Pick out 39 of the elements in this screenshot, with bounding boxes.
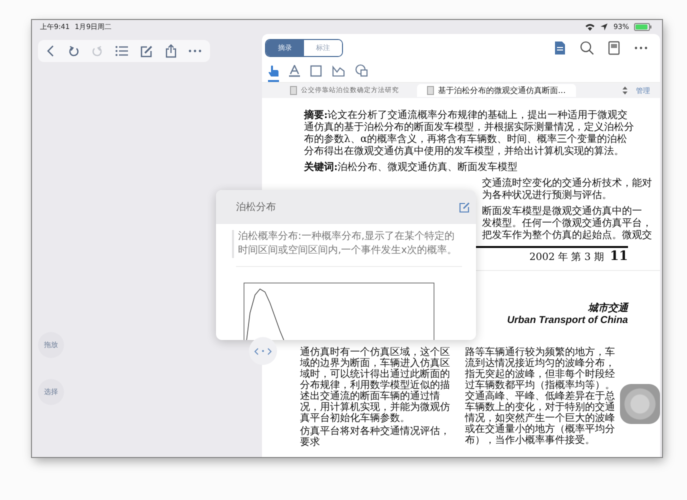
list-button[interactable]: [114, 45, 128, 57]
body-text-line: 断面发车模型是微观交通仿真中的一: [482, 206, 642, 218]
more-icon[interactable]: [634, 46, 648, 50]
sort-icon[interactable]: [622, 86, 628, 95]
abstract-text: 摘要:论文在分析了交通流概率分布规律的基础上，提出一种适用于微观交通仿真的基于泊松分布的断面发车模型，并根据实际测量情况，定义泊松分布的参数λ、α的概率含义，再将含有车辆数、时间、概率三个变量的泊松分布得出在微观交通仿真中使用的发车模型，并给出计算机实现的算法。: [304, 110, 634, 158]
keywords-text: 关键词:泊松分布、微观交通仿真、断面发车模型: [304, 162, 519, 174]
definition-text: 泊松概率分布:一种概率分布,显示了在某个特定的时间区间或空间区间内,一个事件发生x次的概率。: [232, 230, 462, 258]
wifi-icon: [585, 23, 596, 31]
battery-icon: [634, 23, 652, 31]
file-icon: [427, 86, 434, 95]
hand-tool[interactable]: [268, 64, 279, 82]
more-button[interactable]: [188, 49, 202, 53]
book-icon[interactable]: [608, 41, 620, 55]
issue-text: 2002 年 第 3 期: [529, 250, 604, 264]
journal-title: Urban Transport of China: [506, 315, 628, 326]
location-arrow-icon: [600, 23, 608, 31]
journal-title: 城市交通: [587, 301, 628, 315]
body-paragraph: 仿真平台将对各种交通情况评估，要求: [300, 426, 451, 448]
document-tab[interactable]: 基于泊松分布的微观交通仿真断面...: [417, 84, 576, 97]
undo-button[interactable]: [68, 45, 80, 57]
share-button[interactable]: [164, 44, 176, 58]
edit-button[interactable]: [140, 44, 153, 58]
body-paragraph: 路等车辆通行较为频繁的地方，车流到达情况接近均匀的波峰分布，指无突起的波峰，但非每个时段经过车辆数都平均（指概率均等）。交通高峰、平峰、低峰差异在于总车辆数上的变化，对于特别的交通情况，如突然产生一个巨大的波峰或在交通量小的地方（概率平均分布），当作小概率事件接受。: [465, 347, 616, 446]
body-paragraph: 通仿真时有一个仿真区域，这个区域的边界为断面，车辆进入仿真区域时，可以统计得出通过此断面的分布规律，利用数学模型近似的描述出交通流的断面车辆的通过情况，用计算机实现，并能为微观仿真平台初始化车辆参数。: [300, 347, 451, 424]
body-text-line: 发模型。任何一个微观交通仿真平台，: [482, 218, 652, 230]
tab-title: 基于泊松分布的微观交通仿真断面...: [438, 85, 566, 96]
body-text-line: 交通流时空变化的交通分析技术，能对: [482, 178, 652, 190]
chevron-left-icon[interactable]: [254, 348, 259, 354]
popover-title: 泊松分布: [236, 200, 276, 214]
chevron-right-icon[interactable]: [267, 348, 272, 354]
edit-icon[interactable]: [459, 202, 470, 212]
body-text-line: 为各种状况进行预测与评估。: [482, 190, 612, 202]
search-icon[interactable]: [580, 41, 594, 55]
body-text-line: 把发车作为整个仿真的起始点。微观交: [482, 230, 652, 242]
page-number: 11: [610, 249, 628, 264]
floating-home-button[interactable]: [620, 384, 660, 424]
document-icon[interactable]: [554, 41, 566, 55]
file-icon: [290, 86, 297, 95]
back-button[interactable]: [46, 45, 56, 57]
